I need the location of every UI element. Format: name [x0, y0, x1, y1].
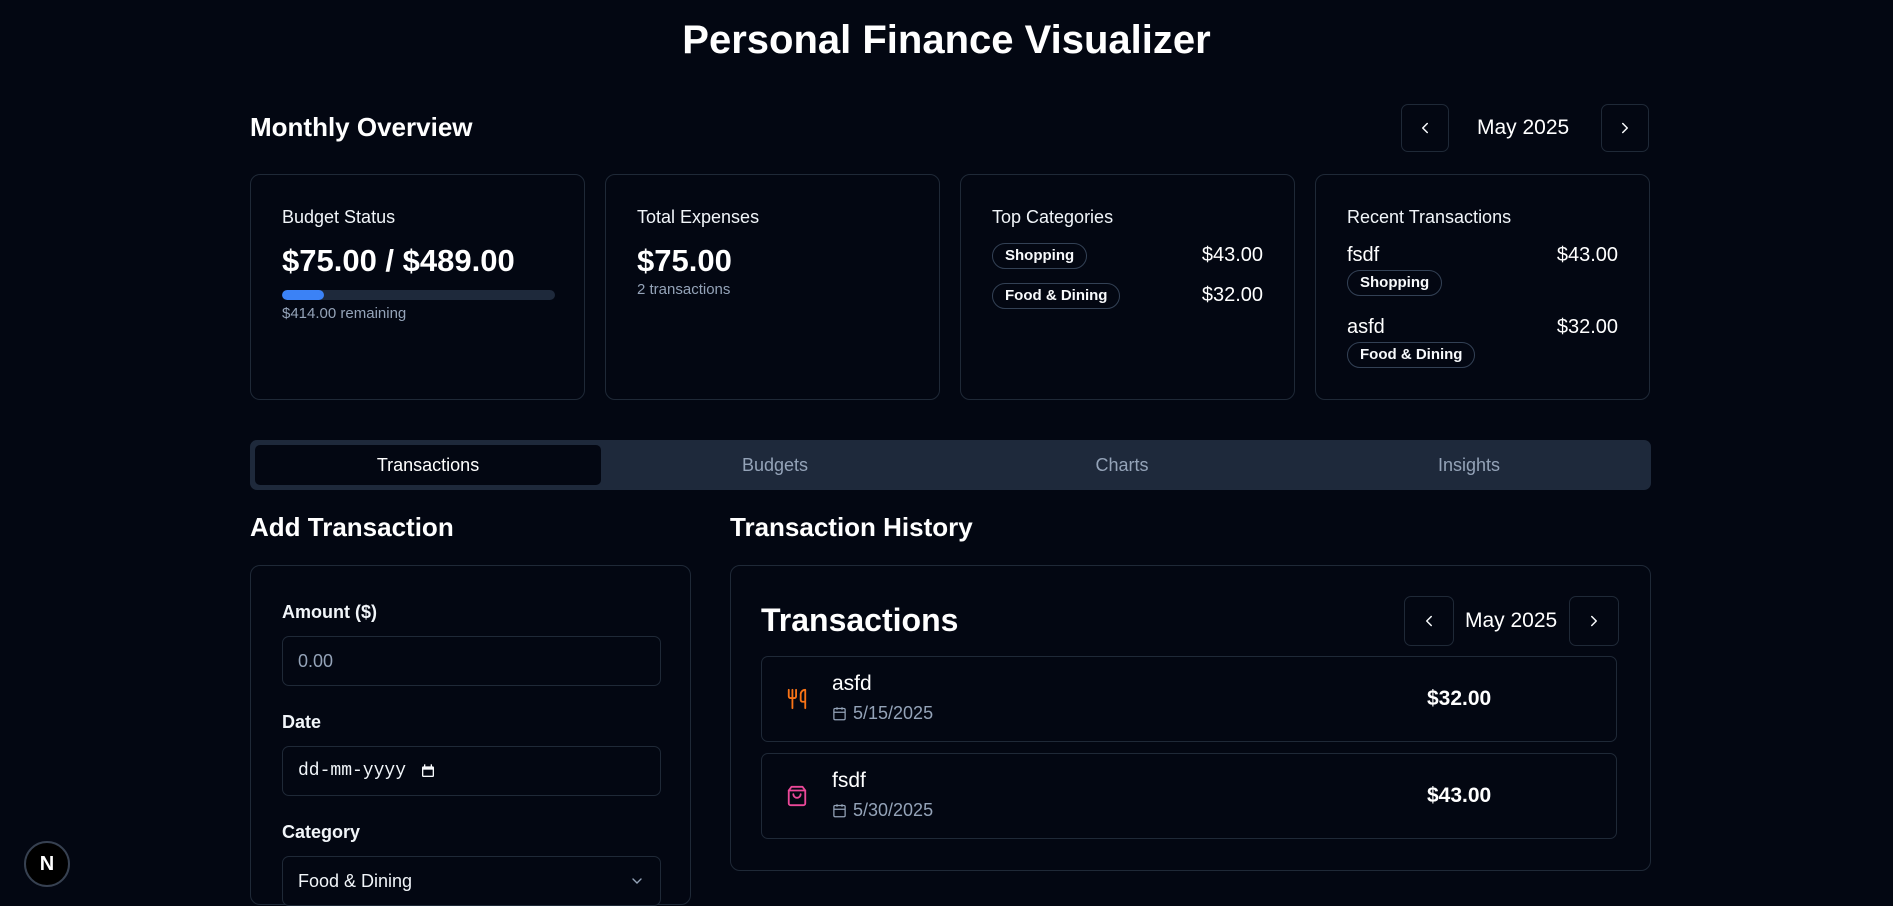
history-month: May 2025	[1465, 609, 1558, 632]
budget-progress-bar	[282, 290, 555, 300]
overview-heading: Monthly Overview	[250, 112, 473, 142]
recent-transactions-card: Recent Transactions fsdf $43.00 Shopping…	[1315, 174, 1650, 400]
recent-transaction-name: asfd	[1347, 316, 1385, 338]
chevron-right-icon	[1622, 122, 1628, 134]
calendar-icon	[833, 707, 846, 721]
date-placeholder: dd-mm-yyyy	[298, 761, 407, 781]
category-select-value: Food & Dining	[298, 870, 413, 891]
transaction-date-wrap: 5/30/2025	[832, 800, 933, 821]
next-month-button[interactable]	[1601, 104, 1649, 152]
transaction-date: 5/15/2025	[853, 703, 934, 723]
chevron-right-icon	[1591, 615, 1597, 627]
history-prev-month-button[interactable]	[1404, 596, 1454, 646]
transaction-name: asfd	[832, 672, 872, 695]
shopping-bag-icon	[787, 785, 807, 807]
category-badge: Food & Dining	[992, 283, 1121, 309]
category-amount: $32.00	[1201, 284, 1263, 306]
amount-label: Amount ($)	[282, 602, 377, 622]
calendar-icon	[833, 804, 846, 818]
card-title: Recent Transactions	[1347, 207, 1512, 227]
recent-transaction-name: fsdf	[1347, 244, 1380, 266]
chevron-left-icon	[1422, 122, 1428, 134]
date-label: Date	[282, 712, 322, 732]
transaction-row[interactable]: asfd 5/15/2025 $32.00	[761, 656, 1617, 742]
date-input[interactable]: dd-mm-yyyy	[282, 746, 661, 796]
category-badge: Shopping	[992, 243, 1088, 269]
tab-insights[interactable]: Insights	[1296, 445, 1642, 485]
utensils-icon	[787, 688, 807, 710]
transaction-count: 2 transactions	[637, 281, 731, 298]
category-select[interactable]: Food & Dining	[282, 856, 661, 906]
tab-bar: Transactions Budgets Charts Insights	[250, 440, 1651, 490]
category-amount: $43.00	[1201, 244, 1263, 266]
card-title: Budget Status	[282, 207, 396, 227]
category-label: Category	[282, 822, 361, 842]
add-transaction-form: Amount ($) Date dd-mm-yyyy Category Food…	[250, 565, 691, 906]
tab-charts[interactable]: Charts	[949, 445, 1295, 485]
total-expenses-card: Total Expenses $75.00 2 transactions	[605, 174, 940, 400]
card-title: Top Categories	[992, 207, 1114, 227]
category-badge: Food & Dining	[1347, 342, 1476, 368]
history-next-month-button[interactable]	[1569, 596, 1619, 646]
add-transaction-heading: Add Transaction	[250, 512, 454, 542]
transaction-row[interactable]: fsdf 5/30/2025 $43.00	[761, 753, 1617, 839]
category-badge: Shopping	[1347, 270, 1443, 296]
prev-month-button[interactable]	[1401, 104, 1449, 152]
budget-status-card: Budget Status $75.00 / $489.00 $414.00 r…	[250, 174, 585, 400]
page-title: Personal Finance Visualizer	[682, 18, 1211, 62]
chevron-left-icon	[1426, 615, 1432, 627]
budget-value: $75.00 / $489.00	[282, 243, 515, 278]
calendar-icon[interactable]	[420, 763, 436, 779]
transaction-name: fsdf	[832, 769, 866, 792]
overview-month: May 2025	[1477, 116, 1570, 139]
tab-transactions[interactable]: Transactions	[255, 445, 601, 485]
card-title: Total Expenses	[637, 207, 760, 227]
recent-transaction-amount: $32.00	[1556, 316, 1618, 338]
budget-progress-fill	[282, 290, 324, 300]
transaction-history-panel: Transactions May 2025 asfd 5/15/2025 $32…	[730, 565, 1651, 871]
budget-remaining: $414.00 remaining	[282, 305, 407, 322]
recent-transaction-amount: $43.00	[1556, 244, 1618, 266]
transaction-amount: $43.00	[1427, 784, 1492, 807]
transactions-panel-title: Transactions	[761, 602, 959, 638]
transaction-date: 5/30/2025	[853, 800, 934, 820]
amount-input[interactable]	[282, 636, 661, 686]
tab-budgets[interactable]: Budgets	[602, 445, 948, 485]
transaction-history-heading: Transaction History	[730, 512, 973, 542]
nextjs-dev-button[interactable]: N	[24, 841, 70, 887]
chevron-down-icon	[632, 878, 642, 884]
top-categories-card: Top Categories Shopping $43.00 Food & Di…	[960, 174, 1295, 400]
transaction-date-wrap: 5/15/2025	[832, 703, 933, 724]
transaction-amount: $32.00	[1427, 687, 1492, 710]
expenses-value: $75.00	[637, 243, 732, 278]
